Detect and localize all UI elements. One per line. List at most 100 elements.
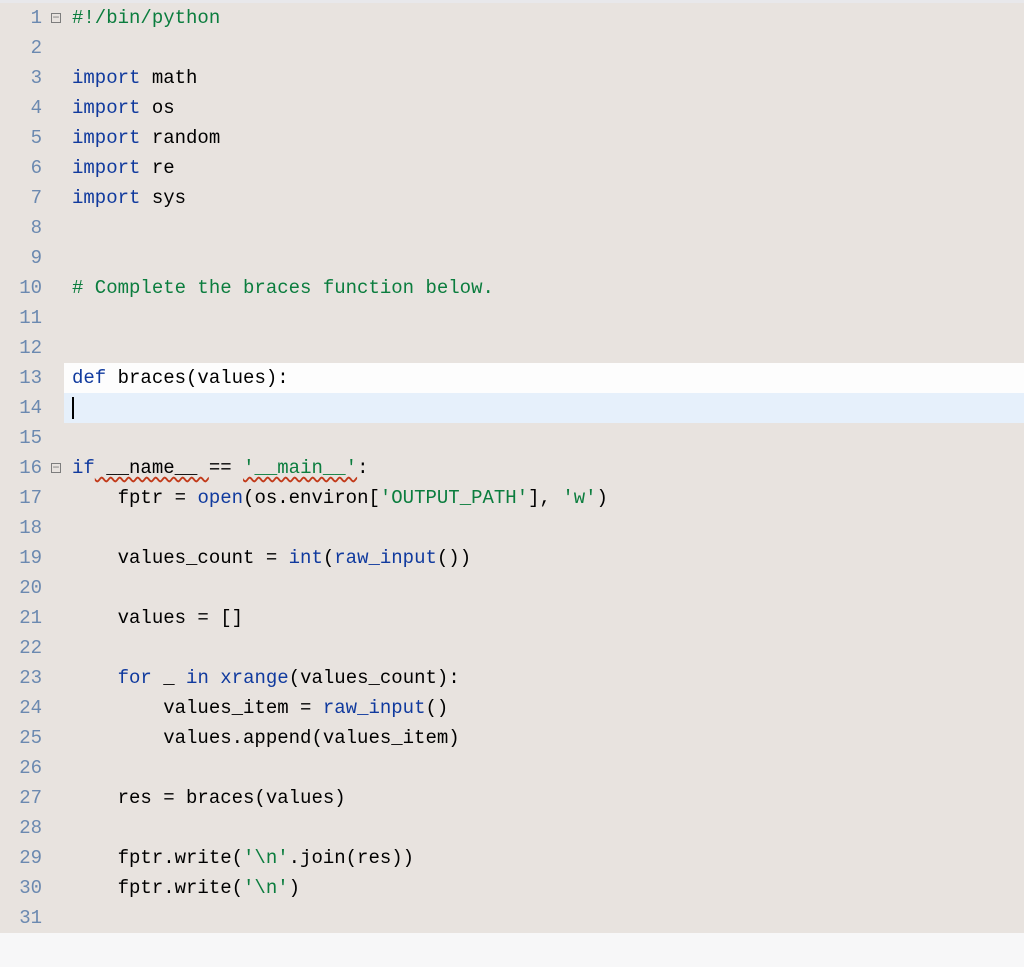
line-number: 13 [0, 363, 48, 393]
fold-gutter [48, 273, 64, 303]
line-number: 19 [0, 543, 48, 573]
code-line-active[interactable]: 14 [0, 393, 1024, 423]
fold-gutter [48, 213, 64, 243]
code-editor[interactable]: 1 − #!/bin/python 2 3 import math 4 impo… [0, 0, 1024, 967]
spellcheck-squiggle: __name__ [95, 457, 209, 479]
fold-gutter [48, 813, 64, 843]
code-line[interactable]: 26 [0, 753, 1024, 783]
code-line[interactable]: 18 [0, 513, 1024, 543]
code-line[interactable]: 20 [0, 573, 1024, 603]
line-number: 31 [0, 903, 48, 933]
fold-gutter [48, 543, 64, 573]
line-number: 18 [0, 513, 48, 543]
line-number: 3 [0, 63, 48, 93]
spellcheck-squiggle: '__main__' [243, 457, 357, 479]
line-number: 7 [0, 183, 48, 213]
line-number: 30 [0, 873, 48, 903]
code-content[interactable] [64, 393, 1024, 423]
fold-gutter [48, 333, 64, 363]
code-line[interactable]: 4 import os [0, 93, 1024, 123]
code-content [64, 213, 1024, 243]
code-line[interactable]: 11 [0, 303, 1024, 333]
code-content: #!/bin/python [64, 3, 1024, 33]
line-number: 23 [0, 663, 48, 693]
code-line[interactable]: 28 [0, 813, 1024, 843]
code-line[interactable]: 30 fptr.write('\n') [0, 873, 1024, 903]
line-number: 20 [0, 573, 48, 603]
fold-gutter [48, 363, 64, 393]
fold-gutter [48, 393, 64, 423]
code-content [64, 243, 1024, 273]
code-line[interactable]: 19 values_count = int(raw_input()) [0, 543, 1024, 573]
code-line[interactable]: 24 values_item = raw_input() [0, 693, 1024, 723]
fold-gutter [48, 153, 64, 183]
code-content: res = braces(values) [64, 783, 1024, 813]
fold-gutter [48, 423, 64, 453]
code-line[interactable]: 8 [0, 213, 1024, 243]
code-line[interactable]: 29 fptr.write('\n'.join(res)) [0, 843, 1024, 873]
line-number: 10 [0, 273, 48, 303]
code-line[interactable]: 25 values.append(values_item) [0, 723, 1024, 753]
line-number: 15 [0, 423, 48, 453]
code-line[interactable]: 5 import random [0, 123, 1024, 153]
code-line[interactable]: 31 [0, 903, 1024, 933]
fold-gutter [48, 753, 64, 783]
line-number: 6 [0, 153, 48, 183]
text-cursor [72, 397, 74, 419]
line-number: 16 [0, 453, 48, 483]
line-number: 2 [0, 33, 48, 63]
code-line[interactable]: 13 def braces(values): [0, 363, 1024, 393]
code-content: values.append(values_item) [64, 723, 1024, 753]
fold-gutter [48, 483, 64, 513]
line-number: 4 [0, 93, 48, 123]
fold-gutter [48, 723, 64, 753]
fold-gutter [48, 633, 64, 663]
code-line[interactable]: 27 res = braces(values) [0, 783, 1024, 813]
code-line[interactable]: 15 [0, 423, 1024, 453]
code-line[interactable]: 9 [0, 243, 1024, 273]
code-line[interactable]: 2 [0, 33, 1024, 63]
fold-gutter [48, 243, 64, 273]
code-content: # Complete the braces function below. [64, 273, 1024, 303]
fold-gutter [48, 573, 64, 603]
line-number: 26 [0, 753, 48, 783]
code-content: import sys [64, 183, 1024, 213]
line-number: 22 [0, 633, 48, 663]
code-line[interactable]: 22 [0, 633, 1024, 663]
code-line[interactable]: 12 [0, 333, 1024, 363]
fold-gutter [48, 513, 64, 543]
code-content: import math [64, 63, 1024, 93]
fold-gutter[interactable]: − [48, 453, 64, 483]
fold-gutter [48, 783, 64, 813]
code-content: fptr.write('\n') [64, 873, 1024, 903]
line-number: 27 [0, 783, 48, 813]
code-line[interactable]: 23 for _ in xrange(values_count): [0, 663, 1024, 693]
code-line[interactable]: 6 import re [0, 153, 1024, 183]
code-line[interactable]: 16 − if __name__ == '__main__': [0, 453, 1024, 483]
code-content[interactable]: def braces(values): [64, 363, 1024, 393]
line-number: 8 [0, 213, 48, 243]
code-content: fptr = open(os.environ['OUTPUT_PATH'], '… [64, 483, 1024, 513]
code-content: values_count = int(raw_input()) [64, 543, 1024, 573]
fold-minus-icon[interactable]: − [51, 13, 61, 23]
code-content [64, 513, 1024, 543]
code-content: fptr.write('\n'.join(res)) [64, 843, 1024, 873]
fold-gutter [48, 843, 64, 873]
fold-gutter [48, 63, 64, 93]
code-line[interactable]: 17 fptr = open(os.environ['OUTPUT_PATH']… [0, 483, 1024, 513]
code-content: values = [] [64, 603, 1024, 633]
fold-gutter [48, 903, 64, 933]
line-number: 5 [0, 123, 48, 153]
code-line[interactable]: 3 import math [0, 63, 1024, 93]
code-line[interactable]: 7 import sys [0, 183, 1024, 213]
code-line[interactable]: 10 # Complete the braces function below. [0, 273, 1024, 303]
fold-gutter[interactable]: − [48, 3, 64, 33]
code-line[interactable]: 1 − #!/bin/python [0, 3, 1024, 33]
code-content [64, 573, 1024, 603]
code-line[interactable]: 21 values = [] [0, 603, 1024, 633]
code-content: values_item = raw_input() [64, 693, 1024, 723]
line-number: 11 [0, 303, 48, 333]
code-content [64, 333, 1024, 363]
fold-minus-icon[interactable]: − [51, 463, 61, 473]
code-content [64, 303, 1024, 333]
